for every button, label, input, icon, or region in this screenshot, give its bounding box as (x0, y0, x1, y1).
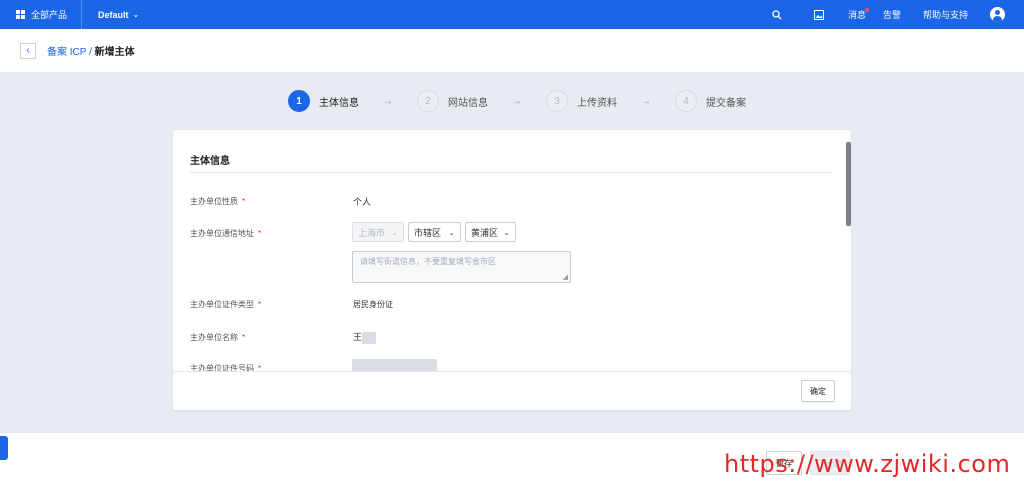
chevron-left-icon: ‹ (26, 45, 30, 56)
step-label: 提交备案 (706, 97, 746, 109)
cert-type-value: 居民身份证 (353, 300, 393, 309)
back-button[interactable]: ‹ (20, 42, 36, 59)
step-label: 上传资料 (577, 97, 617, 109)
step-number: 4 (675, 90, 697, 112)
county-select[interactable]: 黄浦区 ⌄ (465, 222, 516, 242)
org-type-value: 个人 (353, 197, 372, 207)
required-mark: * (258, 300, 262, 309)
province-value: 上海市 (358, 227, 386, 238)
org-type-label: 主办单位性质 * (190, 196, 245, 207)
card-footer: 确定 (173, 371, 851, 410)
all-products-menu[interactable]: 全部产品 (0, 0, 81, 29)
messages-label: 消息 (847, 10, 866, 20)
breadcrumb: 备案 ICP / 新增主体 (47, 43, 135, 58)
breadcrumb-current: 新增主体 (94, 47, 135, 58)
redacted-block (362, 331, 377, 344)
step-3: 3 上传资料 (546, 90, 617, 112)
step-label: 主体信息 (319, 97, 359, 109)
chevron-down-icon: ⌄ (391, 227, 398, 237)
chevron-down-icon: ⌄ (448, 227, 455, 237)
resize-handle-icon[interactable]: ◢ (563, 273, 568, 281)
label-text: 主办单位证件类型 (190, 300, 254, 309)
user-avatar-icon (990, 7, 1005, 22)
label-text: 主办单位通信地址 (190, 229, 254, 238)
step-1: 1 主体信息 (288, 90, 359, 112)
district-select[interactable]: 市辖区 ⌄ (408, 222, 461, 242)
messages-button[interactable]: 消息 (847, 0, 869, 29)
step-number: 1 (288, 90, 310, 112)
label-text: 主办单位性质 (190, 197, 238, 206)
step-number: 3 (546, 90, 568, 112)
notification-dot (864, 8, 869, 12)
grid-menu-icon (16, 10, 25, 19)
county-value: 黄浦区 (471, 227, 499, 238)
required-mark: * (242, 333, 246, 342)
district-value: 市辖区 (414, 227, 442, 238)
side-feedback-tab[interactable] (0, 436, 8, 460)
search-button[interactable] (770, 0, 784, 29)
watermark-text: https://www.zjwiki.com (724, 450, 1011, 478)
help-support-label: 帮助与支持 (922, 10, 968, 20)
stepper: 1 主体信息 → 2 网站信息 → 3 上传资料 → 4 提交备案 (288, 90, 746, 112)
region-label: Default (98, 9, 129, 20)
step-label: 网站信息 (448, 97, 488, 109)
breadcrumb-separator: / (89, 47, 92, 58)
address-placeholder: 请填写街道信息，不要重复填写省市区 (360, 257, 496, 266)
scrollbar[interactable] (846, 142, 851, 226)
org-name-value: 王 (353, 330, 377, 344)
image-icon (813, 9, 824, 20)
image-button[interactable] (812, 0, 826, 29)
arrow-right-icon: → (512, 95, 522, 107)
cert-type-label: 主办单位证件类型 * (190, 299, 261, 310)
confirm-button[interactable]: 确定 (801, 380, 835, 402)
section-title: 主体信息 (190, 156, 230, 167)
street-address-textarea[interactable]: 请填写街道信息，不要重复填写省市区 ◢ (352, 251, 571, 283)
org-name-label: 主办单位名称 * (190, 332, 245, 343)
top-nav-bar: 全部产品 Default ⌄ 消息 告警 帮助与支持 (0, 0, 1024, 29)
step-2: 2 网站信息 (417, 90, 488, 112)
divider (190, 172, 831, 173)
arrow-right-icon: → (641, 95, 651, 107)
address-label: 主办单位通信地址 * (190, 228, 261, 239)
chevron-down-icon: ⌄ (503, 227, 510, 237)
step-number: 2 (417, 90, 439, 112)
help-support-button[interactable]: 帮助与支持 (923, 0, 968, 29)
arrow-right-icon: → (383, 95, 393, 107)
chevron-down-icon: ⌄ (132, 10, 140, 19)
alerts-label: 告警 (882, 10, 901, 20)
cert-number-input-redacted[interactable] (352, 359, 437, 371)
required-mark: * (242, 197, 246, 206)
step-4: 4 提交备案 (675, 90, 746, 112)
subject-info-card: 主体信息 主办单位性质 * 个人 主办单位通信地址 * 上海市 ⌄ 市辖区 ⌄ 黄浦… (173, 130, 851, 410)
region-selector[interactable]: Default ⌄ (82, 10, 139, 20)
user-menu[interactable] (990, 0, 1005, 29)
search-icon (772, 9, 782, 19)
required-mark: * (258, 229, 262, 238)
breadcrumb-bar: ‹ 备案 ICP / 新增主体 (0, 29, 1024, 73)
all-products-label: 全部产品 (31, 10, 68, 20)
breadcrumb-link-icp[interactable]: 备案 ICP (47, 47, 86, 58)
org-name-text: 王 (353, 332, 363, 342)
province-select[interactable]: 上海市 ⌄ (352, 222, 404, 242)
alerts-button[interactable]: 告警 (883, 0, 901, 29)
label-text: 主办单位名称 (190, 333, 238, 342)
